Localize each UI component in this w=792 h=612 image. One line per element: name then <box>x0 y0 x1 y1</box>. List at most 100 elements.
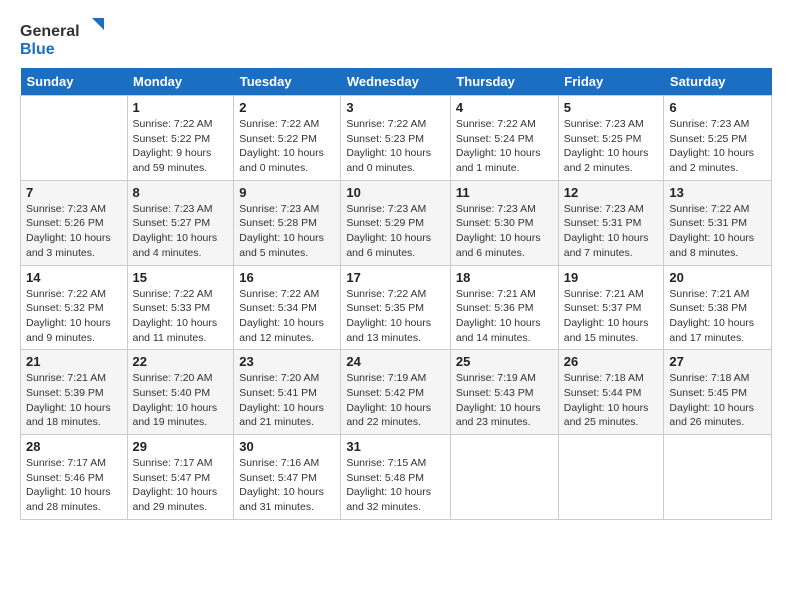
weekday-header-row: SundayMondayTuesdayWednesdayThursdayFrid… <box>21 68 772 96</box>
calendar-cell: 2Sunrise: 7:22 AM Sunset: 5:22 PM Daylig… <box>234 96 341 181</box>
calendar-cell <box>558 435 664 520</box>
weekday-header-cell: Monday <box>127 68 234 96</box>
calendar-cell: 7 Sunrise: 7:23 AM Sunset: 5:26 PM Daylig… <box>21 180 128 265</box>
weekday-header-cell: Tuesday <box>234 68 341 96</box>
day-number: 1 <box>133 100 229 115</box>
calendar-cell: 3 Sunrise: 7:22 AM Sunset: 5:23 PM Daylig… <box>341 96 451 181</box>
calendar-week-row: 7 Sunrise: 7:23 AM Sunset: 5:26 PM Daylig… <box>21 180 772 265</box>
day-info: Sunrise: 7:22 AM Sunset: 5:23 PM Dayligh… <box>346 117 445 176</box>
calendar-cell: 29 Sunrise: 7:17 AM Sunset: 5:47 PM Dayli… <box>127 435 234 520</box>
calendar-cell: 22 Sunrise: 7:20 AM Sunset: 5:40 PM Dayli… <box>127 350 234 435</box>
day-info: Sunrise: 7:23 AM Sunset: 5:30 PM Dayligh… <box>456 202 553 261</box>
calendar-week-row: 1 Sunrise: 7:22 AM Sunset: 5:22 PM Daylig… <box>21 96 772 181</box>
calendar-cell: 10 Sunrise: 7:23 AM Sunset: 5:29 PM Dayli… <box>341 180 451 265</box>
day-info: Sunrise: 7:19 AM Sunset: 5:43 PM Dayligh… <box>456 371 553 430</box>
day-number: 19 <box>564 270 659 285</box>
day-number: 20 <box>669 270 766 285</box>
day-info: Sunrise: 7:22 AM Sunset: 5:22 PM Dayligh… <box>133 117 229 176</box>
calendar-cell: 13 Sunrise: 7:22 AM Sunset: 5:31 PM Dayli… <box>664 180 772 265</box>
calendar-table: SundayMondayTuesdayWednesdayThursdayFrid… <box>20 68 772 520</box>
calendar-cell: 20 Sunrise: 7:21 AM Sunset: 5:38 PM Dayli… <box>664 265 772 350</box>
day-number: 15 <box>133 270 229 285</box>
day-number: 24 <box>346 354 445 369</box>
logo-icon: GeneralBlue <box>20 16 110 58</box>
day-number: 18 <box>456 270 553 285</box>
day-number: 27 <box>669 354 766 369</box>
day-info: Sunrise: 7:18 AM Sunset: 5:44 PM Dayligh… <box>564 371 659 430</box>
day-info: Sunrise: 7:23 AM Sunset: 5:25 PM Dayligh… <box>564 117 659 176</box>
calendar-cell: 16Sunrise: 7:22 AM Sunset: 5:34 PM Dayli… <box>234 265 341 350</box>
day-number: 31 <box>346 439 445 454</box>
calendar-cell: 31 Sunrise: 7:15 AM Sunset: 5:48 PM Dayli… <box>341 435 451 520</box>
day-number: 7 <box>26 185 122 200</box>
calendar-cell: 14 Sunrise: 7:22 AM Sunset: 5:32 PM Dayli… <box>21 265 128 350</box>
calendar-cell: 18 Sunrise: 7:21 AM Sunset: 5:36 PM Dayli… <box>450 265 558 350</box>
weekday-header-cell: Saturday <box>664 68 772 96</box>
svg-text:Blue: Blue <box>20 41 55 58</box>
day-info: Sunrise: 7:22 AM Sunset: 5:24 PM Dayligh… <box>456 117 553 176</box>
day-info: Sunrise: 7:22 AM Sunset: 5:35 PM Dayligh… <box>346 287 445 346</box>
day-info: Sunrise: 7:23 AM Sunset: 5:31 PM Dayligh… <box>564 202 659 261</box>
calendar-cell: 17Sunrise: 7:22 AM Sunset: 5:35 PM Dayli… <box>341 265 451 350</box>
day-number: 13 <box>669 185 766 200</box>
day-number: 22 <box>133 354 229 369</box>
day-info: Sunrise: 7:19 AM Sunset: 5:42 PM Dayligh… <box>346 371 445 430</box>
day-info: Sunrise: 7:21 AM Sunset: 5:36 PM Dayligh… <box>456 287 553 346</box>
day-info: Sunrise: 7:16 AM Sunset: 5:47 PM Dayligh… <box>239 456 335 515</box>
day-number: 25 <box>456 354 553 369</box>
day-info: Sunrise: 7:20 AM Sunset: 5:41 PM Dayligh… <box>239 371 335 430</box>
calendar-cell: 23 Sunrise: 7:20 AM Sunset: 5:41 PM Dayli… <box>234 350 341 435</box>
calendar-cell: 30 Sunrise: 7:16 AM Sunset: 5:47 PM Dayli… <box>234 435 341 520</box>
day-info: Sunrise: 7:22 AM Sunset: 5:31 PM Dayligh… <box>669 202 766 261</box>
weekday-header-cell: Wednesday <box>341 68 451 96</box>
day-number: 30 <box>239 439 335 454</box>
calendar-cell: 21Sunrise: 7:21 AM Sunset: 5:39 PM Dayli… <box>21 350 128 435</box>
calendar-cell: 5Sunrise: 7:23 AM Sunset: 5:25 PM Daylig… <box>558 96 664 181</box>
calendar-cell: 27 Sunrise: 7:18 AM Sunset: 5:45 PM Dayli… <box>664 350 772 435</box>
calendar-cell: 6 Sunrise: 7:23 AM Sunset: 5:25 PM Daylig… <box>664 96 772 181</box>
day-number: 23 <box>239 354 335 369</box>
day-info: Sunrise: 7:23 AM Sunset: 5:26 PM Dayligh… <box>26 202 122 261</box>
calendar-cell: 12Sunrise: 7:23 AM Sunset: 5:31 PM Dayli… <box>558 180 664 265</box>
day-number: 8 <box>133 185 229 200</box>
day-number: 10 <box>346 185 445 200</box>
day-info: Sunrise: 7:23 AM Sunset: 5:29 PM Dayligh… <box>346 202 445 261</box>
calendar-week-row: 21Sunrise: 7:21 AM Sunset: 5:39 PM Dayli… <box>21 350 772 435</box>
day-number: 26 <box>564 354 659 369</box>
calendar-cell: 26 Sunrise: 7:18 AM Sunset: 5:44 PM Dayli… <box>558 350 664 435</box>
day-info: Sunrise: 7:17 AM Sunset: 5:46 PM Dayligh… <box>26 456 122 515</box>
day-number: 29 <box>133 439 229 454</box>
calendar-cell <box>450 435 558 520</box>
calendar-cell: 4Sunrise: 7:22 AM Sunset: 5:24 PM Daylig… <box>450 96 558 181</box>
day-info: Sunrise: 7:23 AM Sunset: 5:28 PM Dayligh… <box>239 202 335 261</box>
day-info: Sunrise: 7:22 AM Sunset: 5:32 PM Dayligh… <box>26 287 122 346</box>
calendar-cell: 1 Sunrise: 7:22 AM Sunset: 5:22 PM Daylig… <box>127 96 234 181</box>
calendar-cell: 24 Sunrise: 7:19 AM Sunset: 5:42 PM Dayli… <box>341 350 451 435</box>
svg-text:General: General <box>20 23 80 40</box>
day-info: Sunrise: 7:20 AM Sunset: 5:40 PM Dayligh… <box>133 371 229 430</box>
day-info: Sunrise: 7:22 AM Sunset: 5:22 PM Dayligh… <box>239 117 335 176</box>
calendar-cell: 8Sunrise: 7:23 AM Sunset: 5:27 PM Daylig… <box>127 180 234 265</box>
day-number: 6 <box>669 100 766 115</box>
day-number: 14 <box>26 270 122 285</box>
day-info: Sunrise: 7:21 AM Sunset: 5:38 PM Dayligh… <box>669 287 766 346</box>
logo: GeneralBlue <box>20 16 110 58</box>
day-number: 21 <box>26 354 122 369</box>
day-info: Sunrise: 7:15 AM Sunset: 5:48 PM Dayligh… <box>346 456 445 515</box>
calendar-week-row: 14 Sunrise: 7:22 AM Sunset: 5:32 PM Dayli… <box>21 265 772 350</box>
day-info: Sunrise: 7:22 AM Sunset: 5:33 PM Dayligh… <box>133 287 229 346</box>
calendar-cell: 25 Sunrise: 7:19 AM Sunset: 5:43 PM Dayli… <box>450 350 558 435</box>
day-number: 9 <box>239 185 335 200</box>
day-number: 3 <box>346 100 445 115</box>
day-info: Sunrise: 7:17 AM Sunset: 5:47 PM Dayligh… <box>133 456 229 515</box>
page-header: GeneralBlue <box>20 16 772 58</box>
day-number: 11 <box>456 185 553 200</box>
calendar-cell <box>664 435 772 520</box>
day-info: Sunrise: 7:18 AM Sunset: 5:45 PM Dayligh… <box>669 371 766 430</box>
day-number: 28 <box>26 439 122 454</box>
calendar-body: 1 Sunrise: 7:22 AM Sunset: 5:22 PM Daylig… <box>21 96 772 520</box>
calendar-cell: 9 Sunrise: 7:23 AM Sunset: 5:28 PM Daylig… <box>234 180 341 265</box>
day-info: Sunrise: 7:23 AM Sunset: 5:25 PM Dayligh… <box>669 117 766 176</box>
calendar-cell: 19Sunrise: 7:21 AM Sunset: 5:37 PM Dayli… <box>558 265 664 350</box>
calendar-cell: 15 Sunrise: 7:22 AM Sunset: 5:33 PM Dayli… <box>127 265 234 350</box>
